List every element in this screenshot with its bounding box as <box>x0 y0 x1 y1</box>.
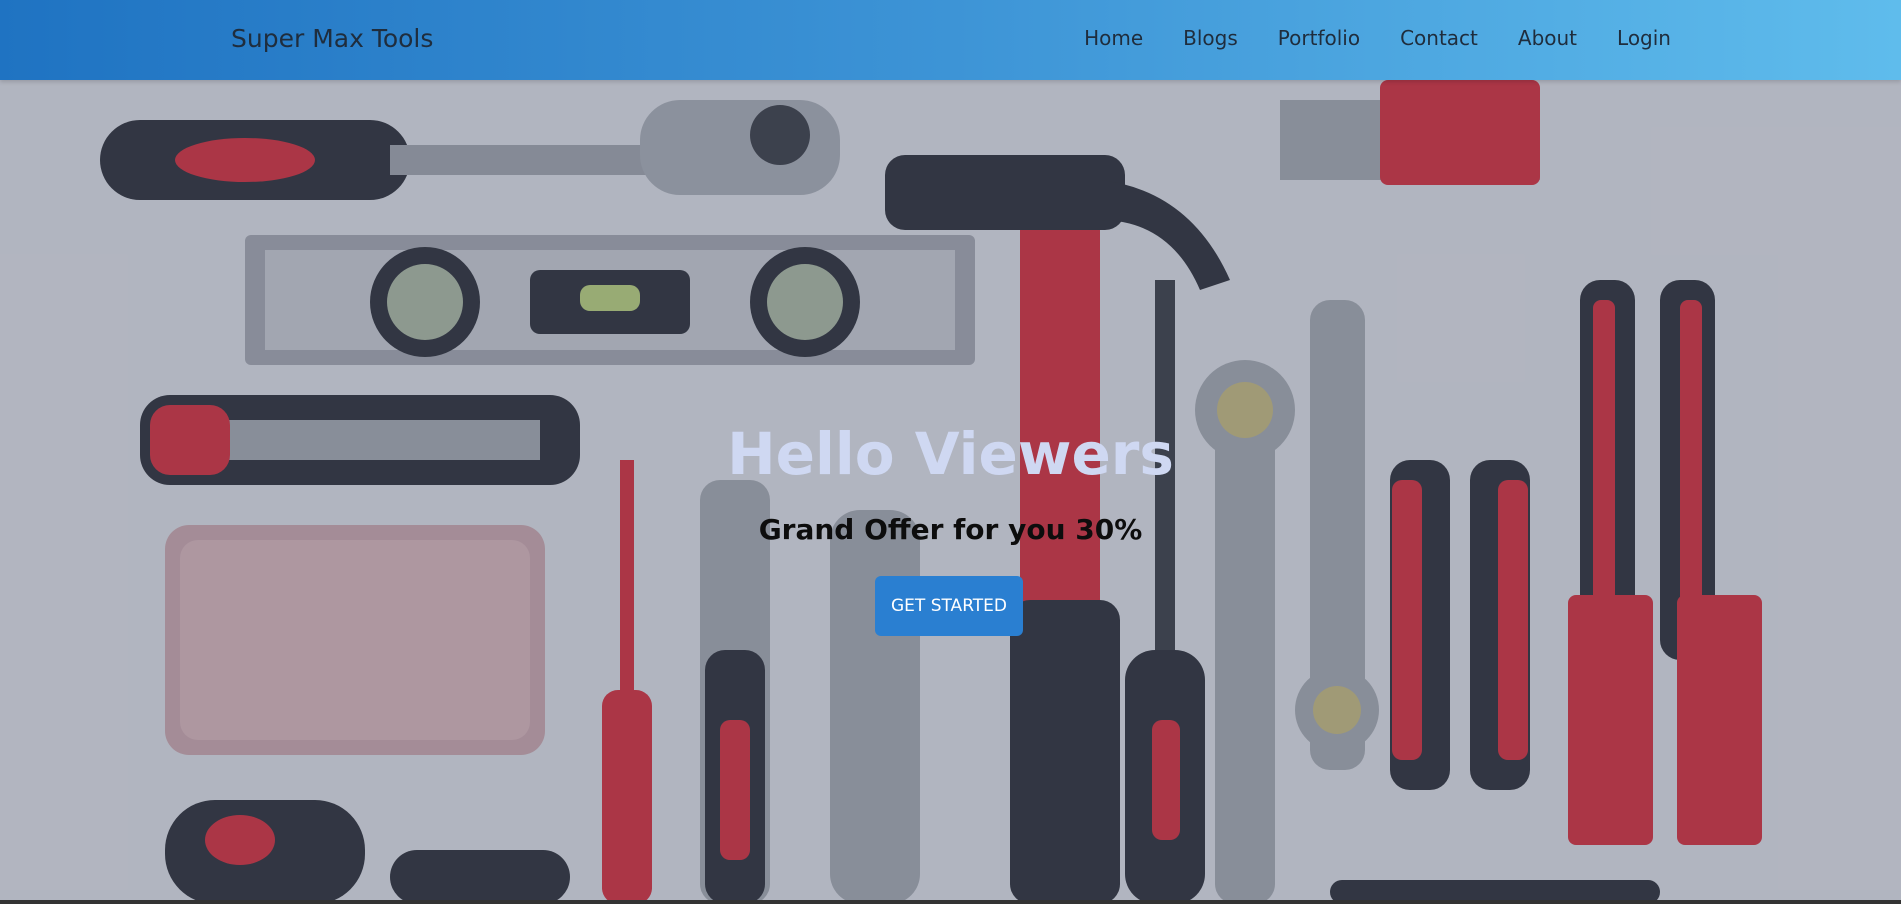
nav-home[interactable]: Home <box>1084 26 1143 50</box>
main-nav: Home Blogs Portfolio Contact About Login <box>1084 26 1671 50</box>
nav-login[interactable]: Login <box>1617 26 1671 50</box>
bottom-scroll-edge <box>0 900 1901 904</box>
hero-title: Hello Viewers <box>727 420 1174 488</box>
brand-logo[interactable]: Super Max Tools <box>231 24 433 53</box>
get-started-button[interactable]: GET STARTED <box>875 576 1023 636</box>
hero-section: Hello Viewers Grand Offer for you 30% GE… <box>0 80 1901 904</box>
nav-blogs[interactable]: Blogs <box>1183 26 1238 50</box>
hero-subtitle: Grand Offer for you 30% <box>758 513 1143 546</box>
nav-about[interactable]: About <box>1518 26 1577 50</box>
nav-portfolio[interactable]: Portfolio <box>1278 26 1360 50</box>
navbar: Super Max Tools Home Blogs Portfolio Con… <box>0 0 1901 80</box>
hero-content: Hello Viewers Grand Offer for you 30% GE… <box>0 80 1901 904</box>
nav-contact[interactable]: Contact <box>1400 26 1478 50</box>
